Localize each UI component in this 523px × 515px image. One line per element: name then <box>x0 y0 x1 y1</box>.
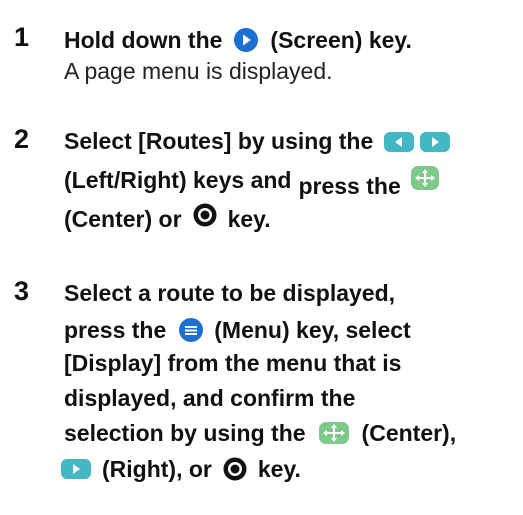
step-3-text-2-post: (Menu) key, select <box>214 316 411 343</box>
step-1-line-2: A page menu is displayed. <box>64 58 333 84</box>
step-3-line-1: Select a route to be displayed, <box>64 280 396 306</box>
step-3-line-3: [Display] from the menu that is <box>64 350 402 376</box>
step-3-text-2-pre: press the <box>64 316 167 343</box>
step-2-text-pre: Select [Routes] by using the <box>64 128 374 154</box>
step-1-text-pre: Hold down the <box>64 26 223 53</box>
menu-key-icon <box>178 317 204 343</box>
right-key-icon <box>60 458 92 480</box>
step-1-line-1: Hold down the (Screen) key. <box>64 26 412 54</box>
step-2-line-1: Select [Routes] by using the <box>64 130 451 153</box>
step-3-line-5: selection by using the (Center), <box>64 421 456 445</box>
step-3-text-6-post: key. <box>257 455 301 482</box>
step-1-text-post: (Screen) key. <box>270 26 412 53</box>
center-key-icon <box>410 165 440 191</box>
step-2-line-2: (Left/Right) keys and press the <box>64 165 440 197</box>
enter-key-icon <box>192 202 218 228</box>
step-number-1: 1 <box>14 22 30 52</box>
right-key-icon <box>419 131 451 153</box>
step-2-text-2-mid: press the <box>298 172 401 199</box>
step-3-text-6-mid: (Right), or <box>102 455 212 482</box>
step-2-line-3: (Center) or key. <box>64 203 271 232</box>
step-3-text-5-pre: selection by using the <box>64 419 306 446</box>
center-key-icon <box>318 421 350 445</box>
left-key-icon <box>383 131 415 153</box>
step-3-line-4: displayed, and confirm the <box>64 385 356 411</box>
step-number-2: 2 <box>14 124 30 154</box>
step-2-text-2-pre: (Left/Right) keys and <box>64 166 292 193</box>
screen-key-icon <box>232 26 260 54</box>
step-2-text-3-pre: (Center) or <box>64 205 182 232</box>
step-2-text-3-post: key. <box>227 205 271 232</box>
step-3-line-2: press the (Menu) key, select <box>64 317 411 343</box>
step-number-3: 3 <box>14 276 30 306</box>
enter-key-icon <box>222 456 248 482</box>
step-3-line-6: (Right), or key. <box>61 455 301 482</box>
step-3-text-5-post: (Center), <box>361 419 457 446</box>
